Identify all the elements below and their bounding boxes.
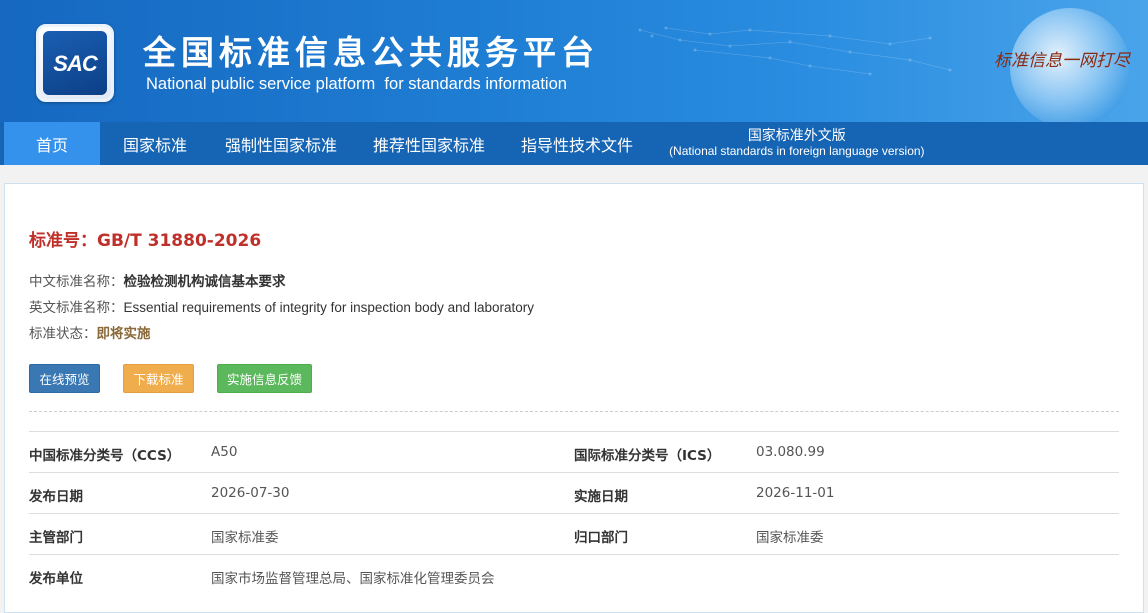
competent-dept-value: 国家标准委	[211, 530, 279, 546]
publish-date-label: 发布日期	[29, 489, 83, 505]
standard-number-value: GB/T 31880-2026	[97, 231, 262, 251]
standard-detail-panel: 标准号：GB/T 31880-2026 中文标准名称：检验检测机构诚信基本要求 …	[4, 183, 1144, 613]
publisher-label: 发布单位	[29, 571, 83, 587]
nav-guidance-documents[interactable]: 指导性技术文件	[503, 122, 651, 165]
preview-button[interactable]: 在线预览	[29, 364, 100, 393]
implement-date-value: 2026-11-01	[756, 485, 835, 501]
ccs-value: A50	[211, 444, 238, 460]
logo-text: SAC	[53, 51, 97, 76]
download-button[interactable]: 下载标准	[123, 364, 194, 393]
nav-home[interactable]: 首页	[4, 122, 100, 165]
table-row: 主管部门 国家标准委 归口部门 国家标准委	[29, 513, 1119, 554]
publish-date-value: 2026-07-30	[211, 485, 290, 501]
site-subtitle: National public service platform for sta…	[146, 75, 567, 93]
centralized-dept-label: 归口部门	[574, 530, 628, 546]
ccs-label: 中国标准分类号（CCS）	[29, 448, 181, 464]
cn-name-value: 检验检测机构诚信基本要求	[123, 274, 286, 290]
status-badge: 即将实施	[96, 326, 151, 342]
status-label: 标准状态：	[29, 326, 97, 342]
sac-logo[interactable]: SAC	[36, 24, 114, 102]
ics-label: 国际标准分类号（ICS）	[574, 448, 721, 464]
nav-foreign-language[interactable]: 国家标准外文版 (National standards in foreign l…	[651, 122, 939, 165]
nav-foreign-sublabel: (National standards in foreign language …	[669, 144, 925, 158]
world-map-decoration	[638, 26, 952, 76]
nav-mandatory-standards[interactable]: 强制性国家标准	[210, 122, 355, 165]
standard-number: 标准号：GB/T 31880-2026	[29, 226, 261, 251]
main-nav: 首页 国家标准 强制性国家标准 推荐性国家标准 指导性技术文件 国家标准外文版 …	[0, 122, 1148, 165]
status-line: 标准状态：即将实施	[29, 322, 151, 342]
cn-name-label: 中文标准名称：	[29, 274, 124, 290]
implement-date-label: 实施日期	[574, 489, 628, 505]
publisher-value: 国家市场监督管理总局、国家标准化管理委员会	[211, 571, 495, 587]
table-row: 发布日期 2026-07-30 实施日期 2026-11-01	[29, 472, 1119, 513]
site-title: 全国标准信息公共服务平台	[143, 33, 599, 72]
metadata-table: 中国标准分类号（CCS） A50 国际标准分类号（ICS） 03.080.99 …	[29, 431, 1119, 595]
divider	[29, 411, 1119, 412]
nav-national-standards[interactable]: 国家标准	[100, 122, 210, 165]
table-row: 中国标准分类号（CCS） A50 国际标准分类号（ICS） 03.080.99	[29, 431, 1119, 472]
table-row: 发布单位 国家市场监督管理总局、国家标准化管理委员会	[29, 554, 1119, 595]
nav-foreign-label: 国家标准外文版	[747, 128, 846, 144]
en-name-label: 英文标准名称：	[29, 300, 124, 316]
en-name-value: Essential requirements of integrity for …	[123, 300, 534, 315]
site-banner: SAC 全国标准信息公共服务平台 National public service…	[0, 0, 1148, 122]
competent-dept-label: 主管部门	[29, 530, 83, 546]
slogan: 标准信息一网打尽	[994, 51, 1130, 71]
ics-value: 03.080.99	[756, 444, 825, 460]
logo-emblem: SAC	[43, 31, 107, 95]
cn-name-line: 中文标准名称：检验检测机构诚信基本要求	[29, 270, 286, 290]
nav-recommended-standards[interactable]: 推荐性国家标准	[355, 122, 503, 165]
feedback-button[interactable]: 实施信息反馈	[217, 364, 312, 393]
standard-number-label: 标准号：	[29, 231, 97, 251]
en-name-line: 英文标准名称：Essential requirements of integri…	[29, 296, 534, 316]
centralized-dept-value: 国家标准委	[756, 530, 824, 546]
